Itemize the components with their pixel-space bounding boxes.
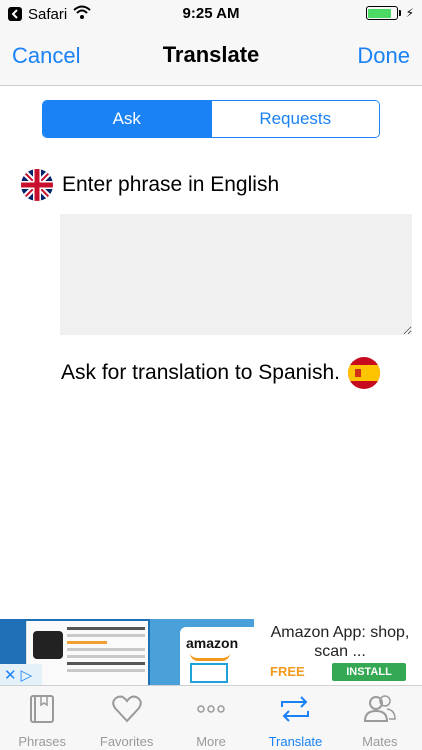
heart-icon <box>110 692 144 726</box>
amazon-logo: amazon <box>186 635 239 651</box>
battery-icon <box>365 6 401 20</box>
people-icon <box>363 692 397 726</box>
tab-label: Favorites <box>99 734 154 749</box>
spain-flag-icon <box>347 357 380 389</box>
charging-icon: ⚡ <box>405 6 414 20</box>
target-language-row: Ask for translation to Spanish. <box>61 357 380 389</box>
ad-banner[interactable]: amazon Amazon App: shop, scan ... FREE I… <box>0 619 422 685</box>
navigation-bar: Cancel Translate Done <box>0 30 422 86</box>
cart-icon <box>190 663 228 683</box>
status-time: 9:25 AM <box>182 5 240 22</box>
tab-label: Phrases <box>18 734 67 749</box>
tab-bar: Phrases Favorites More Translate Mates <box>0 685 422 750</box>
target-prompt-label: Ask for translation to Spanish. <box>61 361 340 384</box>
battery-level <box>368 8 391 18</box>
ad-price: FREE <box>270 664 305 679</box>
uk-flag-icon <box>21 169 53 201</box>
tab-phrases[interactable]: Phrases <box>0 686 84 750</box>
done-button[interactable]: Done <box>357 43 410 69</box>
swap-arrows-icon <box>278 692 312 726</box>
ad-amazon-app-image: amazon <box>150 619 254 685</box>
ad-controls: ✕ ▷ <box>0 664 42 685</box>
tab-translate[interactable]: Translate <box>253 686 337 750</box>
source-prompt-label: Enter phrase in English <box>62 173 280 196</box>
segment-requests[interactable]: Requests <box>210 101 379 137</box>
status-bar: Safari 9:25 AM ⚡ <box>0 0 422 30</box>
more-dots-icon <box>194 692 228 726</box>
tab-label: Translate <box>268 734 323 749</box>
tab-label: Mates <box>362 734 398 749</box>
adchoices-icon[interactable]: ▷ <box>21 666 33 684</box>
ad-install-button[interactable]: INSTALL <box>332 663 406 681</box>
tab-more[interactable]: More <box>169 686 253 750</box>
camera-image <box>33 631 63 659</box>
phrase-input[interactable] <box>60 214 412 335</box>
book-icon <box>25 692 59 726</box>
tab-label: More <box>196 734 226 749</box>
tab-mates[interactable]: Mates <box>338 686 422 750</box>
ad-headline: Amazon App: shop, scan ... <box>270 624 410 660</box>
battery-indicator: ⚡ <box>365 6 414 20</box>
ad-close-icon[interactable]: ✕ <box>4 666 17 684</box>
mode-segmented-control: Ask Requests <box>42 100 380 138</box>
source-language-row: Enter phrase in English <box>21 169 279 201</box>
tab-favorites[interactable]: Favorites <box>84 686 168 750</box>
segment-ask[interactable]: Ask <box>43 101 211 137</box>
